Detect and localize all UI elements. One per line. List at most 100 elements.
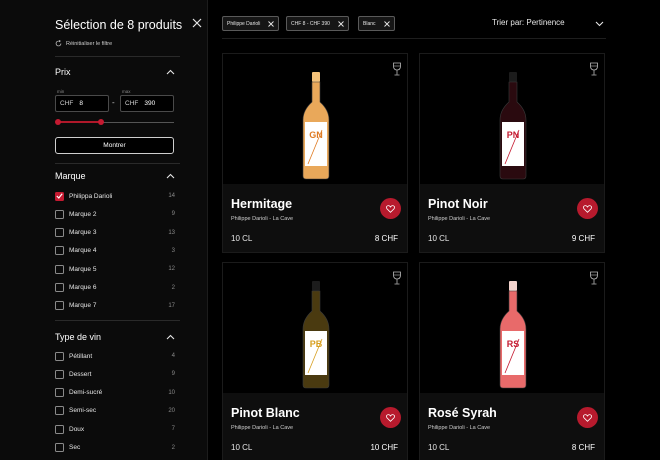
heart-icon (583, 204, 592, 213)
price-slider-max-handle[interactable] (98, 119, 105, 125)
filter-option[interactable]: Demi-sucré 10 (55, 388, 175, 398)
option-count: 2 (171, 284, 175, 291)
favorite-button[interactable] (577, 407, 598, 428)
filter-sidebar: Sélection de 8 produits Réinitialiser le… (0, 0, 208, 460)
checkbox[interactable] (55, 191, 64, 201)
product-card[interactable]: GN Hermitage Philippe Darioli - La Cave 10 … (222, 53, 408, 253)
min-label: min (57, 89, 65, 94)
brand-section-toggle[interactable]: Marque (55, 171, 175, 181)
wine-bottle-image: RS (499, 281, 527, 389)
filter-option[interactable]: Dessert 9 (55, 369, 175, 379)
close-icon[interactable] (268, 20, 275, 27)
filter-option[interactable]: Marque 6 2 (55, 283, 175, 293)
filter-option[interactable]: Pétillant 4 (55, 351, 175, 361)
sort-dropdown[interactable]: Trier par: Pertinence (492, 18, 565, 27)
checkbox[interactable] (55, 264, 64, 274)
filter-option[interactable]: Marque 3 13 (55, 228, 175, 238)
wine-glass-icon[interactable] (392, 62, 402, 76)
check-icon (56, 193, 63, 199)
option-count: 3 (171, 247, 175, 254)
product-card[interactable]: PB Pinot Blanc Philippe Darioli - La Cave 1… (222, 262, 408, 460)
divider (55, 56, 180, 57)
option-label: Sec (69, 444, 81, 451)
bottle-label-text: RS (507, 339, 520, 349)
favorite-button[interactable] (577, 198, 598, 219)
chip-label: CHF 8 - CHF 390 (291, 20, 330, 27)
product-image: GN (223, 54, 407, 184)
checkbox[interactable] (55, 228, 64, 238)
favorite-button[interactable] (380, 407, 401, 428)
wine-glass-icon[interactable] (589, 271, 599, 285)
option-count: 2 (171, 444, 175, 451)
filter-option[interactable]: Doux 7 (55, 424, 175, 434)
chevron-up-icon (166, 334, 175, 340)
price-slider-min-handle[interactable] (55, 119, 61, 125)
divider (55, 320, 180, 321)
checkbox[interactable] (55, 406, 64, 416)
filter-option[interactable]: Semi-sec 20 (55, 406, 175, 416)
filter-option[interactable]: Marque 7 17 (55, 301, 175, 311)
checkbox[interactable] (55, 283, 64, 292)
option-count: 17 (168, 302, 175, 309)
heart-icon (583, 413, 592, 422)
refresh-icon (55, 40, 62, 47)
product-volume: 10 CL (428, 234, 450, 243)
price-min-value: 8 (79, 100, 83, 107)
option-label: Marque 6 (69, 284, 97, 291)
chevron-down-icon[interactable] (595, 21, 604, 27)
reset-filter-link[interactable]: Réinitialiser le filtre (55, 40, 112, 47)
chip-label: Philippe Darioli (227, 20, 261, 27)
wine-glass-icon[interactable] (392, 271, 402, 285)
option-count: 9 (171, 371, 175, 378)
bottle-label-text: PB (310, 339, 323, 349)
favorite-button[interactable] (380, 198, 401, 219)
filter-chip: Philippe Darioli (222, 16, 280, 31)
filter-chip: Blanc (358, 16, 395, 31)
wine-type-heading: Type de vin (55, 332, 102, 342)
option-label: Doux (69, 425, 85, 433)
filter-option[interactable]: Marque 2 9 (55, 209, 175, 219)
checkbox[interactable] (55, 443, 64, 452)
divider (222, 38, 606, 39)
filter-chip: CHF 8 - CHF 390 (286, 16, 349, 31)
product-volume: 10 CL (428, 443, 450, 452)
wine-glass-icon[interactable] (589, 62, 599, 76)
show-button[interactable]: Montrer (55, 137, 174, 154)
product-price: 8 CHF (374, 234, 398, 243)
bottle-label-text: GN (309, 130, 323, 140)
checkbox[interactable] (55, 301, 64, 311)
price-section-toggle[interactable]: Prix (55, 67, 175, 77)
product-volume: 10 CL (231, 234, 253, 243)
product-card[interactable]: PN Pinot Noir Philippe Darioli - La Cave 10… (419, 53, 605, 253)
wine-type-section-toggle[interactable]: Type de vin (55, 332, 175, 342)
price-heading: Prix (55, 67, 71, 77)
wine-bottle-image: GN (302, 72, 330, 180)
option-label: Demi-sucré (69, 389, 103, 397)
option-count: 12 (168, 266, 175, 273)
range-separator: - (112, 98, 115, 107)
chip-label: Blanc (363, 20, 376, 27)
price-max-input[interactable]: CHF 390 (120, 95, 174, 112)
price-min-input[interactable]: CHF 8 (55, 95, 109, 112)
checkbox[interactable] (55, 369, 64, 379)
close-icon[interactable] (192, 18, 202, 28)
filter-option[interactable]: Sec 2 (55, 443, 175, 453)
filter-option[interactable]: Marque 5 12 (55, 264, 175, 274)
checkbox[interactable] (55, 351, 64, 361)
reset-label: Réinitialiser le filtre (66, 40, 113, 47)
sidebar-title: Sélection de 8 produits (55, 18, 183, 32)
product-name: Pinot Noir (428, 197, 488, 211)
filter-option[interactable]: Philippa Darioli 14 (55, 191, 175, 201)
close-icon[interactable] (383, 20, 390, 27)
max-label: max (122, 89, 131, 94)
close-icon[interactable] (338, 20, 344, 27)
filter-option[interactable]: Marque 4 3 (55, 246, 175, 256)
product-producer: Philippe Darioli - La Cave (231, 425, 294, 431)
product-card[interactable]: RS Rosé Syrah Philippe Darioli - La Cave 10… (419, 262, 605, 460)
option-count: 20 (168, 407, 175, 414)
checkbox[interactable] (55, 209, 64, 219)
checkbox[interactable] (55, 246, 64, 256)
checkbox[interactable] (55, 424, 64, 434)
currency-label: CHF (60, 100, 74, 107)
checkbox[interactable] (55, 388, 64, 398)
